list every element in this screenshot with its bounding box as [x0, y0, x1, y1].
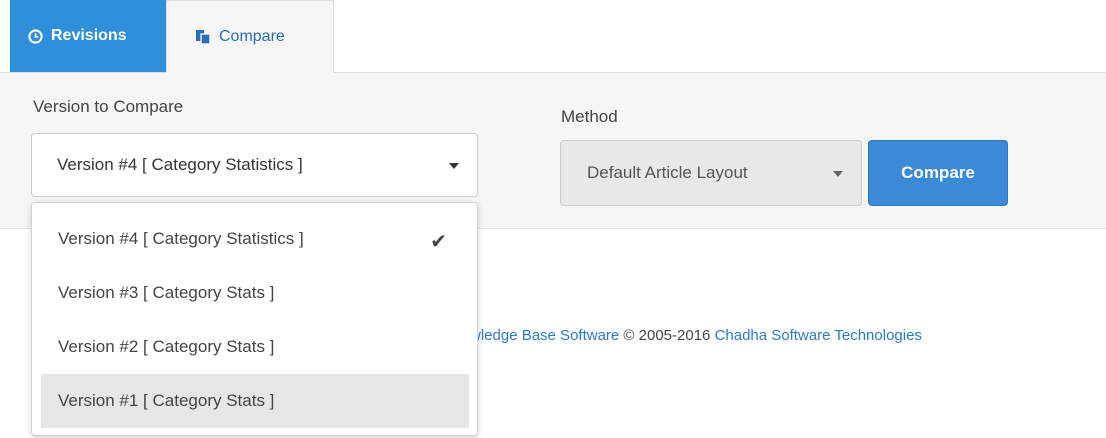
dropdown-item-label: Version #1 [ Category Stats ]	[58, 391, 275, 410]
tab-compare[interactable]: Compare	[166, 0, 334, 73]
footer: wledge Base Software © 2005-2016 Chadha …	[470, 327, 922, 344]
compare-button[interactable]: Compare	[868, 140, 1008, 206]
dropdown-item-version-3[interactable]: Version #3 [ Category Stats ]	[41, 266, 469, 320]
dropdown-item-version-4[interactable]: Version #4 [ Category Statistics ] ✔	[41, 212, 469, 266]
version-select-value: Version #4 [ Category Statistics ]	[57, 155, 303, 174]
tab-bar: Revisions Compare	[0, 0, 1106, 73]
dropdown-item-version-2[interactable]: Version #2 [ Category Stats ]	[41, 320, 469, 374]
footer-link-software[interactable]: wledge Base Software	[470, 327, 619, 344]
method-label: Method	[561, 107, 618, 126]
tab-revisions[interactable]: Revisions	[10, 0, 166, 72]
method-select-value: Default Article Layout	[587, 163, 748, 182]
footer-copyright: © 2005-2016	[619, 327, 715, 344]
dropdown-item-version-1[interactable]: Version #1 [ Category Stats ]	[41, 374, 469, 428]
dropdown-item-label: Version #2 [ Category Stats ]	[58, 337, 275, 356]
version-to-compare-label: Version to Compare	[33, 97, 184, 116]
clock-icon	[28, 28, 43, 44]
tab-revisions-label: Revisions	[51, 27, 127, 44]
footer-link-company[interactable]: Chadha Software Technologies	[715, 327, 922, 344]
version-dropdown-menu: Version #4 [ Category Statistics ] ✔ Ver…	[31, 202, 478, 436]
version-select[interactable]: Version #4 [ Category Statistics ]	[31, 133, 478, 197]
method-select[interactable]: Default Article Layout	[560, 140, 862, 206]
chevron-down-icon	[449, 163, 459, 169]
dropdown-item-label: Version #4 [ Category Statistics ]	[58, 229, 304, 248]
chevron-down-icon	[833, 171, 843, 177]
dropdown-item-label: Version #3 [ Category Stats ]	[58, 283, 275, 302]
tab-compare-label: Compare	[219, 28, 285, 45]
checkmark-icon: ✔	[430, 231, 447, 253]
copy-icon	[195, 29, 211, 45]
